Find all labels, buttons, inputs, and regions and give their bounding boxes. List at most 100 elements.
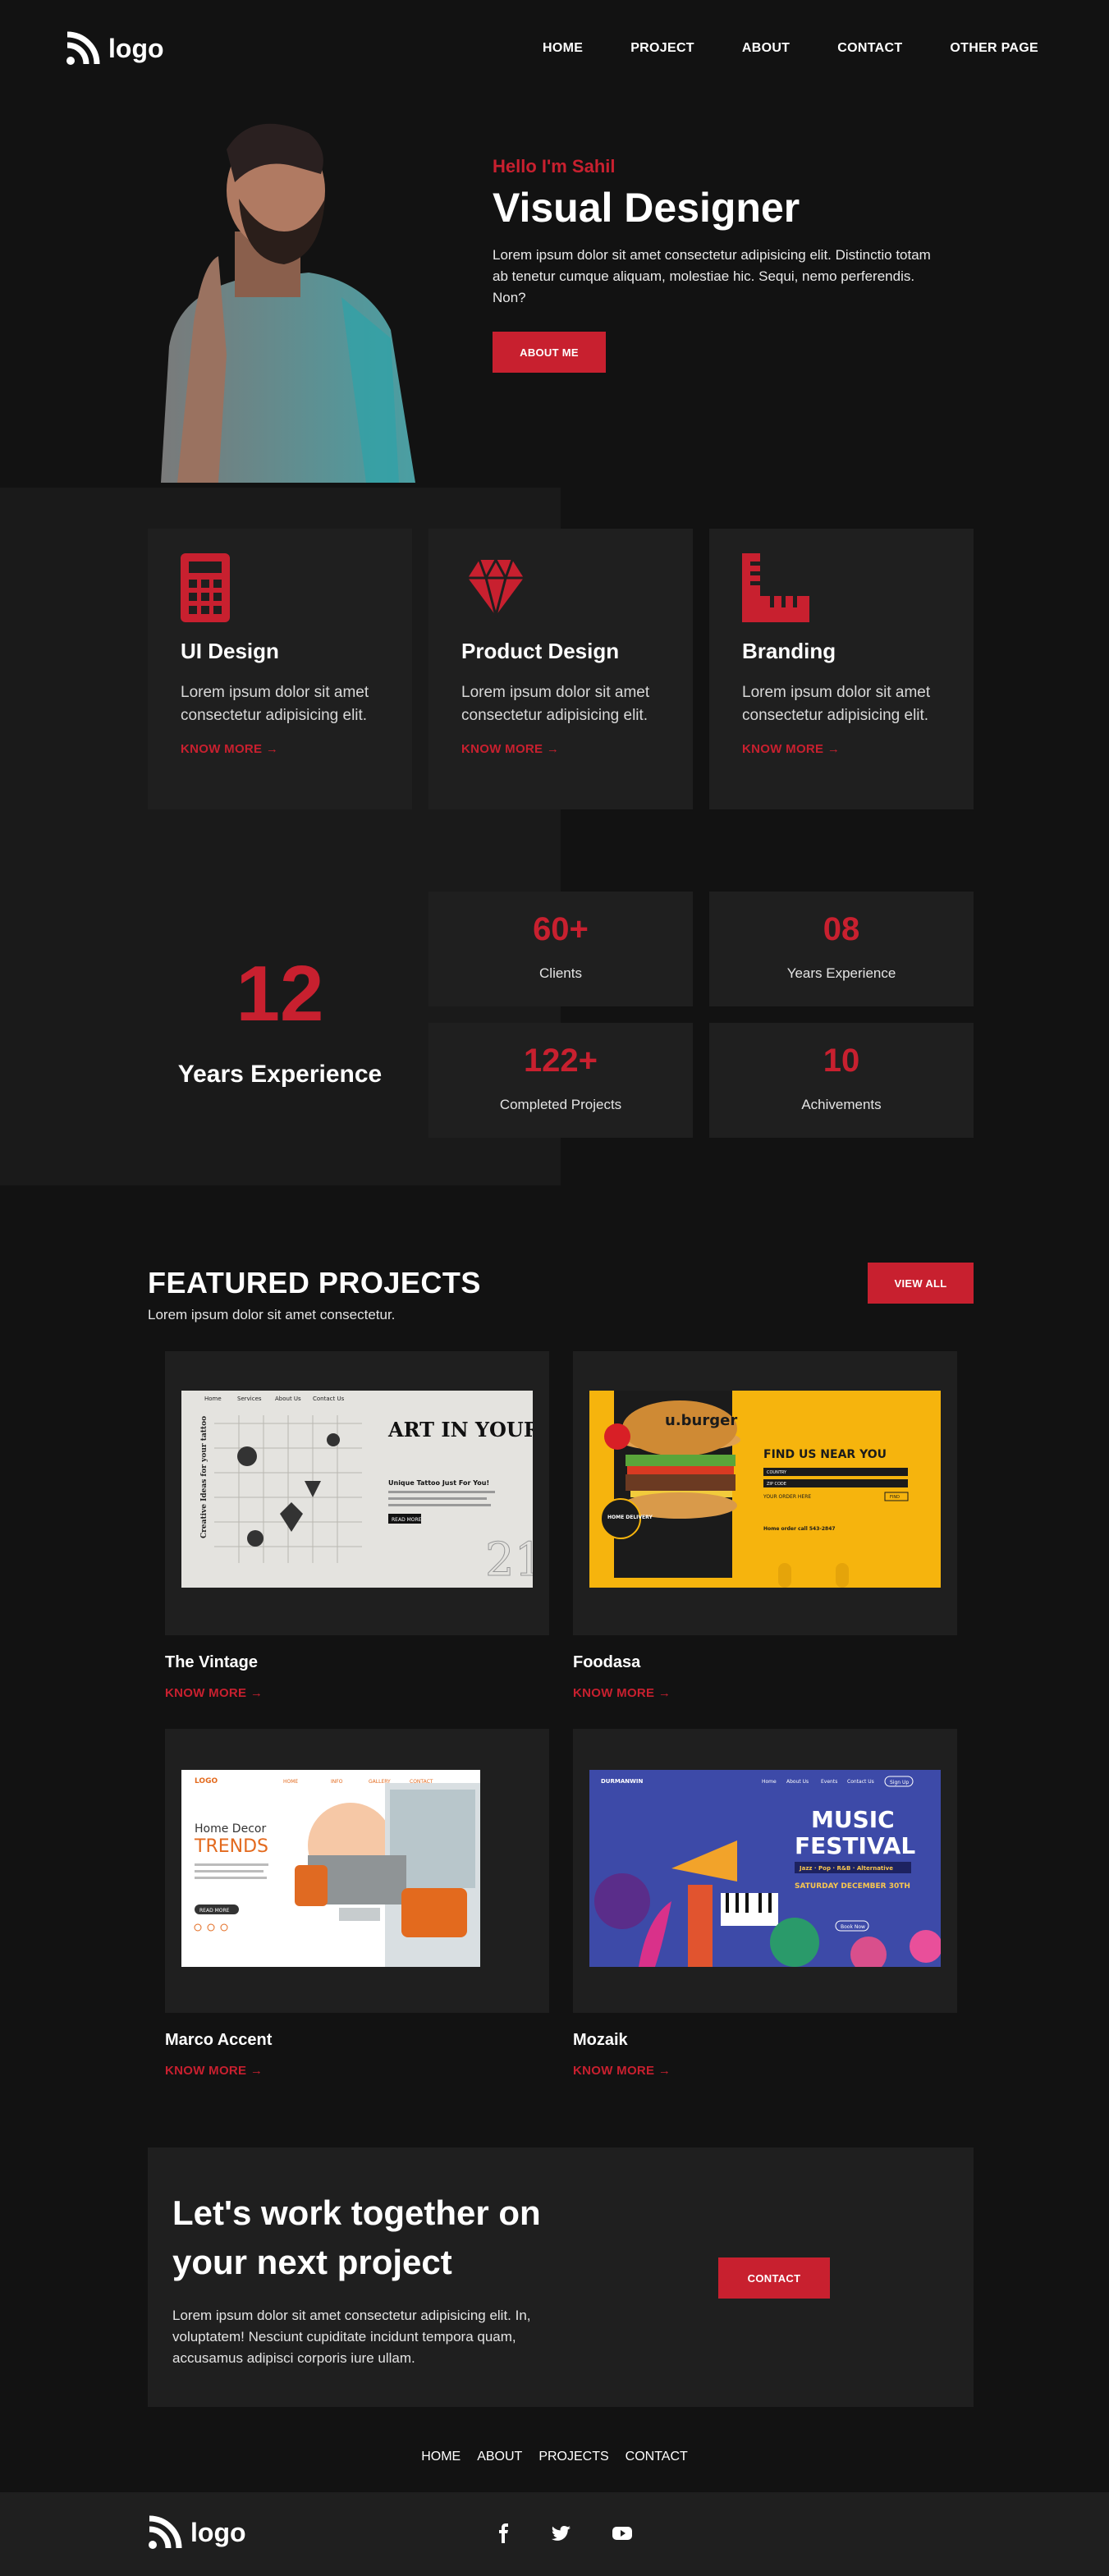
project-title: Marco Accent (165, 2031, 273, 2049)
thumb-nav-home: Home (204, 1396, 222, 1402)
logo-text: logo (190, 2517, 246, 2547)
service-know-more-link[interactable]: KNOW MORE → (461, 742, 559, 756)
logo-mark-icon (149, 2515, 182, 2549)
project-card-marco-accent[interactable]: LOGO HOME INFO GALLERY CONTACT Home Deco… (165, 1729, 549, 2013)
cta-text: Lorem ipsum dolor sit amet consectetur a… (172, 2308, 531, 2366)
thumb-line1: Home Decor (195, 1822, 266, 1836)
diamond-icon (468, 557, 524, 621)
project-know-more-link[interactable]: KNOW MORE → (573, 2064, 671, 2078)
service-know-more-link[interactable]: KNOW MORE → (742, 742, 840, 756)
thumb-nav-contact: CONTACT (410, 1779, 433, 1785)
thumb-nav-contact: Contact Us (313, 1396, 345, 1402)
experience-number: 12 (236, 950, 324, 1038)
stat-value: 60+ (533, 911, 589, 947)
stat-label: Clients (539, 965, 582, 981)
service-card-product-design: Product Design Lorem ipsum dolor sit ame… (428, 529, 693, 809)
project-know-more-link[interactable]: KNOW MORE → (165, 2064, 263, 2078)
stat-label: Years Experience (786, 965, 896, 981)
logo-mark-icon (66, 31, 100, 65)
thumb-brand: DURMANWIN (601, 1778, 643, 1785)
project-card-mozaik[interactable]: DURMANWIN Home About Us Events Contact U… (573, 1729, 957, 2013)
thumb-button: Book Now (841, 1924, 865, 1930)
stat-label: Achivements (801, 1097, 882, 1112)
project-card-foodasa[interactable]: HOME DELIVERY u.burger FIND US NEAR YOU … (573, 1351, 957, 1635)
thumb-genres: Jazz · Pop · R&B · Alternative (799, 1865, 893, 1872)
project-title: The Vintage (165, 1653, 258, 1671)
thumb-headline: ART IN YOUR SKIN (387, 1418, 533, 1442)
service-title: Product Design (461, 639, 620, 663)
service-know-more-link[interactable]: KNOW MORE → (181, 742, 278, 756)
thumb-phone: Home order call 543-2847 (763, 1526, 836, 1532)
hero-greeting: Hello I'm Sahil (493, 156, 616, 176)
cta-title: Let's work together on your next project (172, 2189, 541, 2287)
thumb-nav-home: HOME (283, 1779, 298, 1785)
contact-button[interactable]: CONTACT (718, 2257, 830, 2299)
thumb-nav-button: Sign Up (890, 1780, 909, 1785)
footer-nav-projects[interactable]: PROJECTS (538, 2450, 608, 2464)
service-card-branding: Branding Lorem ipsum dolor sit amet cons… (709, 529, 974, 809)
footer-nav-about[interactable]: ABOUT (477, 2450, 522, 2464)
nav-project[interactable]: PROJECT (630, 41, 694, 56)
logo-text: logo (108, 33, 164, 63)
footer-logo[interactable]: logo (148, 2515, 246, 2550)
thumb-date: SATURDAY DECEMBER 30TH (795, 1882, 910, 1891)
thumb-line2: FESTIVAL (795, 1832, 915, 1859)
thumb-badge: HOME DELIVERY (607, 1515, 653, 1520)
stat-card-clients: 60+ Clients (428, 892, 693, 1006)
thumb-nav-gallery: GALLERY (369, 1779, 391, 1785)
thumb-subhead: Unique Tattoo Just For You! (388, 1479, 489, 1487)
service-card-ui-design: UI Design Lorem ipsum dolor sit amet con… (148, 529, 412, 809)
main-nav: HOME PROJECT ABOUT CONTACT OTHER PAGE (543, 41, 1038, 56)
project-thumbnail-marco-accent: LOGO HOME INFO GALLERY CONTACT Home Deco… (181, 1770, 480, 1967)
thumb-nav-home: Home (762, 1779, 777, 1785)
thumb-button: READ MORE (199, 1908, 230, 1914)
stat-card-achievements: 10 Achivements (709, 1023, 974, 1138)
cta-title-line1: Let's work together on (172, 2193, 541, 2232)
thumb-nav-info: INFO (331, 1779, 343, 1785)
hero-title: Visual Designer (493, 185, 800, 231)
footer-nav: HOME ABOUT PROJECTS CONTACT (0, 2450, 1109, 2464)
service-text: Lorem ipsum dolor sit amet consectetur a… (181, 684, 369, 724)
stat-value: 10 (823, 1043, 860, 1079)
twitter-icon[interactable] (552, 2523, 571, 2543)
nav-other-page[interactable]: OTHER PAGE (950, 41, 1038, 56)
thumb-number: 21 (485, 1533, 533, 1587)
project-title: Mozaik (573, 2031, 628, 2049)
facebook-icon[interactable] (494, 2523, 514, 2543)
footer-nav-home[interactable]: HOME (421, 2450, 461, 2464)
nav-home[interactable]: HOME (543, 41, 583, 56)
cta-title-line2: your next project (172, 2243, 452, 2281)
thumb-nav-events: Events (821, 1779, 837, 1785)
experience-label: Years Experience (177, 1061, 383, 1088)
featured-subtitle: Lorem ipsum dolor sit amet consectetur. (148, 1307, 396, 1322)
nav-contact[interactable]: CONTACT (837, 41, 902, 56)
hero-text: Lorem ipsum dolor sit amet consectetur a… (493, 247, 931, 305)
project-title: Foodasa (573, 1653, 641, 1671)
project-card-the-vintage[interactable]: Home Services About Us Contact Us Creati… (165, 1351, 549, 1635)
stat-value: 08 (823, 911, 860, 947)
header-logo[interactable]: logo (66, 31, 164, 66)
project-know-more-link[interactable]: KNOW MORE → (573, 1686, 671, 1700)
project-thumbnail-the-vintage: Home Services About Us Contact Us Creati… (181, 1391, 533, 1588)
view-all-button[interactable]: VIEW ALL (868, 1263, 974, 1304)
thumb-order-label: YOUR ORDER HERE (763, 1494, 811, 1500)
thumb-line1: MUSIC (811, 1806, 895, 1833)
footer-bar: logo (0, 2492, 1109, 2576)
hero-portrait-image (161, 123, 415, 483)
footer-nav-contact[interactable]: CONTACT (626, 2450, 688, 2464)
project-know-more-link[interactable]: KNOW MORE → (165, 1686, 263, 1700)
thumb-nav-about: About Us (786, 1779, 809, 1785)
thumb-brand: u.burger (665, 1412, 737, 1429)
thumb-line2: TRENDS (194, 1836, 268, 1857)
about-me-button[interactable]: ABOUT ME (493, 332, 606, 373)
thumb-headline: FIND US NEAR YOU (763, 1448, 887, 1461)
calculator-icon (181, 553, 230, 622)
nav-about[interactable]: ABOUT (742, 41, 790, 56)
youtube-icon[interactable] (612, 2523, 632, 2543)
ruler-icon (742, 553, 809, 622)
stat-card-projects: 122+ Completed Projects (428, 1023, 693, 1138)
thumb-field-country: COUNTRY (767, 1470, 787, 1475)
cta-section: Let's work together on your next project… (148, 2147, 974, 2407)
service-title: Branding (742, 639, 836, 663)
thumb-button: FIND (890, 1495, 900, 1500)
